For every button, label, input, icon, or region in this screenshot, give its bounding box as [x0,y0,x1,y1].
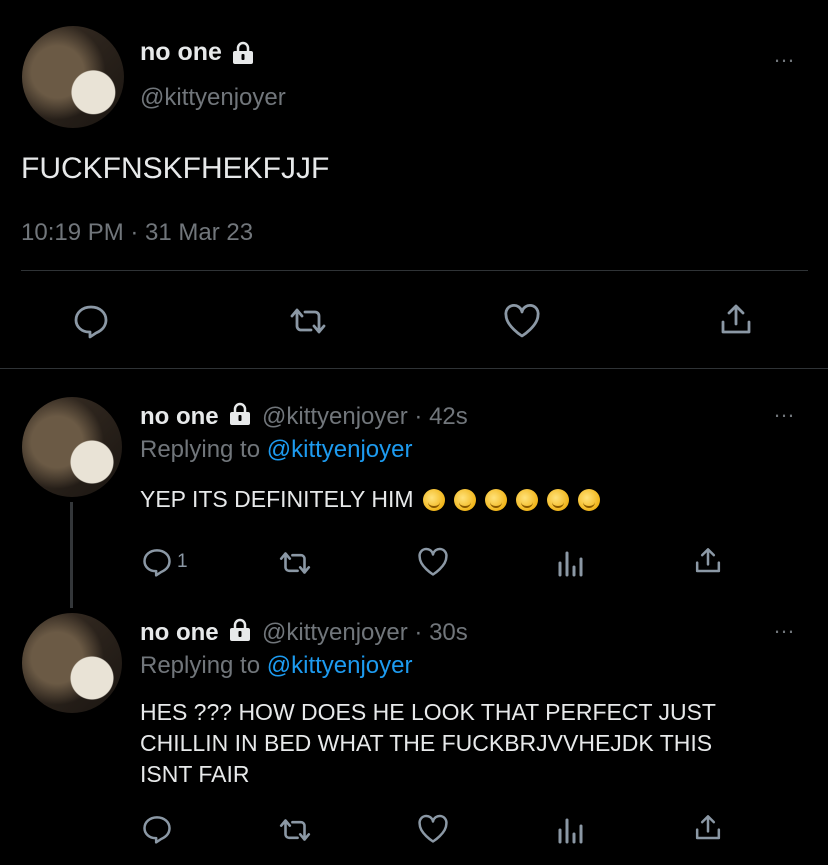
main-tweet-header: no one [140,38,256,70]
melting-face-emoji [515,489,538,511]
retweet-button[interactable] [286,306,330,336]
share-button[interactable] [718,302,754,338]
tweet-age: · 30s [414,618,468,646]
more-options-icon[interactable]: … [773,615,795,637]
emoji-row [414,486,600,512]
retweet-icon [279,552,311,574]
reply-icon [143,549,171,577]
reply-text: HES ??? HOW DOES HE LOOK THAT PERFECT JU… [140,699,716,787]
analytics-icon [558,818,583,844]
handle[interactable]: @kittyenjoyer [262,619,408,646]
like-icon [418,547,448,576]
reply-button[interactable] [72,303,110,339]
main-tweet-timestamp[interactable]: 10:19 PM · 31 Mar 23 [21,219,253,247]
share-button[interactable] [693,546,723,576]
reply-button[interactable]: 1 [141,547,188,577]
retweet-icon [279,819,311,841]
display-name[interactable]: no one [140,619,219,646]
main-tweet-text: FUCKFNSKFHEKFJJF [21,152,330,185]
melting-face-emoji [546,489,569,511]
lock-icon [227,618,253,649]
divider [21,270,808,271]
share-icon [721,304,751,334]
reply-count: 1 [177,551,188,572]
reply-icon [143,816,171,844]
analytics-button[interactable] [556,547,586,577]
reply-button[interactable] [141,814,173,844]
main-tweet-handle[interactable]: @kittyenjoyer [140,84,286,112]
handle[interactable]: @kittyenjoyer [262,403,408,430]
avatar[interactable] [22,613,122,713]
reply-header: no one @kittyenjoyer · 42s [140,402,468,433]
reply-header: no one @kittyenjoyer · 30s [140,618,468,649]
replying-to: Replying to @kittyenjoyer [140,652,413,679]
lock-icon [230,41,256,70]
retweet-button[interactable] [276,817,314,843]
share-icon [695,548,721,573]
like-icon [418,814,448,843]
melting-face-emoji [577,489,600,511]
avatar[interactable] [22,26,124,128]
retweet-button[interactable] [276,550,314,576]
melting-face-emoji [484,489,507,511]
mention-link[interactable]: @kittyenjoyer [267,436,413,463]
like-button[interactable] [416,547,450,577]
display-name[interactable]: no one [140,403,219,430]
thread-connector-line [70,502,73,608]
melting-face-emoji [453,489,476,511]
like-button[interactable] [502,303,542,339]
share-icon [695,815,721,840]
more-options-icon[interactable]: … [773,44,795,66]
mention-link[interactable]: @kittyenjoyer [267,652,413,679]
analytics-icon [558,551,583,577]
display-name[interactable]: no one [140,38,222,66]
share-button[interactable] [693,813,723,843]
retweet-icon [290,308,326,334]
avatar[interactable] [22,397,122,497]
analytics-button[interactable] [556,814,586,844]
lock-icon [227,402,253,433]
divider [0,368,828,369]
reply-text: YEP ITS DEFINITELY HIM [140,486,600,513]
reply-icon [74,305,108,339]
like-button[interactable] [416,814,450,844]
melting-face-emoji [422,489,445,511]
like-icon [504,303,540,338]
tweet-age: · 42s [414,402,468,430]
replying-to: Replying to @kittyenjoyer [140,436,413,463]
more-options-icon[interactable]: … [773,399,795,421]
